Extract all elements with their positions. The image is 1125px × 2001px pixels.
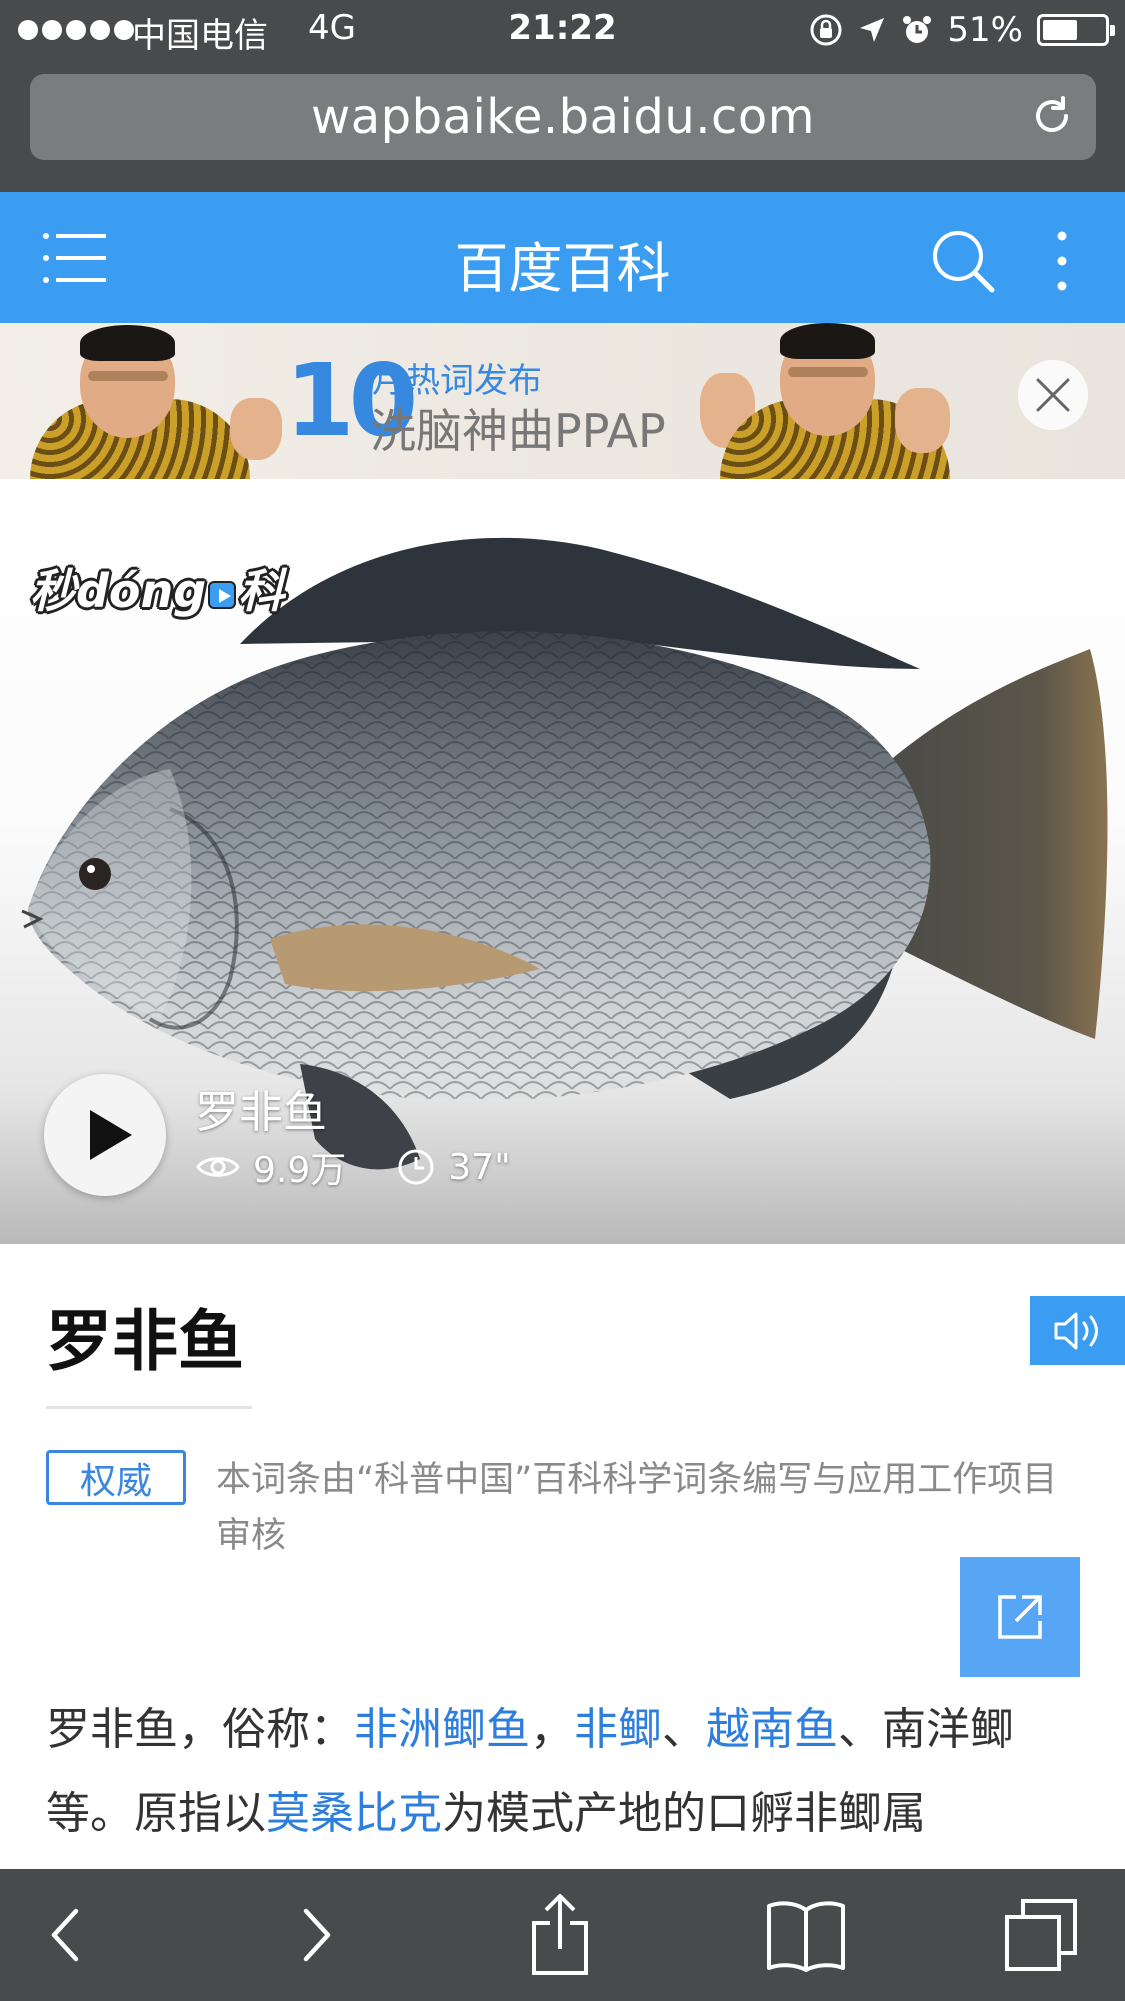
share-button[interactable]	[960, 1557, 1080, 1677]
authority-note: 本词条由“科普中国”百科科学词条编写与应用工作项目审核	[216, 1460, 1058, 1556]
banner-person-right	[660, 323, 1000, 479]
eye-icon	[196, 1157, 240, 1177]
address-bar[interactable]: wapbaike.baidu.com	[30, 74, 1096, 160]
ad-banner[interactable]: 10 月热词发布 洗脑神曲PPAP	[0, 323, 1125, 479]
tabs-icon	[1005, 1899, 1077, 1971]
summary-text: 为模式产地的口孵非鲫属	[442, 1788, 926, 1839]
share-out-icon	[998, 1595, 1042, 1639]
clock-icon	[398, 1149, 434, 1185]
more-vertical-icon[interactable]	[1044, 228, 1080, 294]
browser-toolbar	[0, 1869, 1125, 2001]
chevron-right-icon	[303, 1908, 331, 1962]
battery-icon	[1037, 14, 1115, 46]
status-bar: 中国电信 4G 21:22 51%	[0, 0, 1125, 62]
logo-play-icon	[208, 581, 237, 609]
forward-button[interactable]	[274, 1893, 358, 1977]
location-icon	[860, 18, 885, 42]
entry-title: 罗非鱼	[46, 1303, 244, 1380]
share-icon	[532, 1894, 588, 1975]
banner-person-left	[30, 323, 282, 479]
alarm-icon	[903, 16, 932, 43]
battery-percentage: 51%	[947, 10, 1023, 50]
video-source-logo: 秒dóng 科	[30, 555, 284, 621]
title-divider	[46, 1406, 252, 1409]
banner-subtitle: 洗脑神曲PPAP	[370, 404, 666, 458]
tabs-button[interactable]	[996, 1893, 1086, 1977]
link-mozambique[interactable]: 莫桑比克	[266, 1788, 442, 1839]
search-icon[interactable]	[930, 228, 996, 294]
close-icon[interactable]	[1018, 360, 1088, 430]
video-meta: 9.9万 37"	[195, 1141, 511, 1193]
orientation-lock-icon	[810, 14, 842, 46]
authority-badge[interactable]: 权威	[46, 1450, 186, 1505]
voice-button[interactable]	[1030, 1296, 1125, 1365]
video-logo-prefix: 秒dóng	[30, 564, 207, 618]
chevron-left-icon	[51, 1908, 79, 1962]
summary-text: ，	[530, 1704, 574, 1755]
entry-summary: 罗非鱼，俗称：非洲鲫鱼，非鲫、越南鱼、南洋鲫等。原指以莫桑比克为模式产地的口孵非…	[46, 1688, 1086, 1856]
share-sheet-button[interactable]	[518, 1893, 602, 1977]
bookmarks-button[interactable]	[756, 1893, 856, 1977]
video-duration: 37"	[448, 1146, 511, 1188]
url-text: wapbaike.baidu.com	[310, 89, 816, 145]
video-title: 罗非鱼	[195, 1087, 327, 1138]
video-player[interactable]: 秒dóng 科 罗非鱼 9.9万 37"	[0, 479, 1125, 1244]
link-feizhou-jiyu[interactable]: 非洲鲫鱼	[354, 1704, 530, 1755]
summary-text: 罗非鱼，俗称：	[46, 1704, 354, 1755]
summary-text: 、	[662, 1704, 706, 1755]
link-feiji[interactable]: 非鲫	[574, 1704, 662, 1755]
book-icon	[767, 1901, 845, 1972]
browser-address-area: wapbaike.baidu.com	[0, 62, 1125, 192]
back-button[interactable]	[24, 1893, 108, 1977]
reload-icon[interactable]	[1030, 94, 1074, 138]
site-header: 百度百科	[0, 192, 1125, 323]
link-yuenan-yu[interactable]: 越南鱼	[706, 1704, 838, 1755]
video-logo-suffix: 科	[238, 564, 285, 618]
play-button[interactable]	[44, 1074, 166, 1196]
speaker-icon	[1054, 1312, 1098, 1349]
view-count: 9.9万	[253, 1150, 347, 1191]
